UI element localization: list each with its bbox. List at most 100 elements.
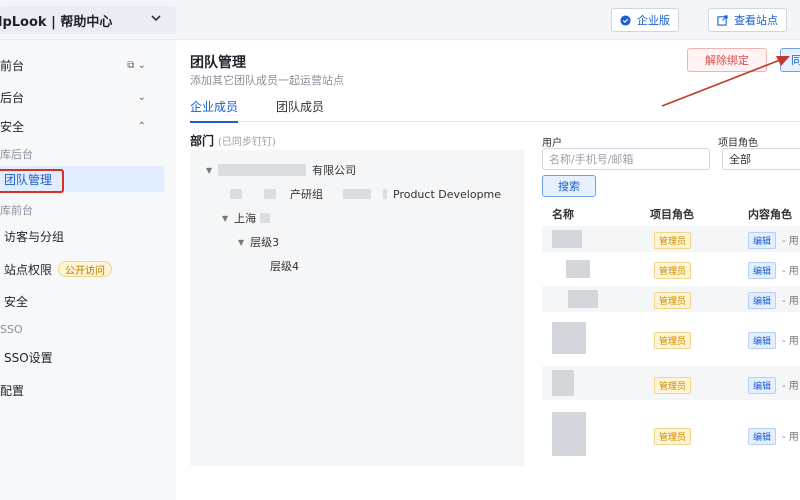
tree-node-label: 层级3 [250,236,280,249]
role-select[interactable]: 全部 [722,148,800,170]
external-link-icon [717,14,728,26]
content-role-badge[interactable]: 编辑 [748,292,777,309]
blurred-text [230,189,242,199]
sidebar-item-label: 后台 [0,90,25,105]
sidebar: 前台 ⧉ ⌄ 后台 ⌄ 安全 ⌃ 库后台 团队管理 库前台 访客与分组 站点权限… [0,40,176,500]
sidebar-item-security-2[interactable]: 安全 [0,288,164,314]
col-header-name: 名称 [552,208,574,221]
content-role-badge[interactable]: 编辑 [748,262,777,279]
sidebar-item-label: 安全 [0,119,25,134]
row-tail: - 用 [782,432,799,443]
external-link-icon[interactable]: ⧉ ⌄ [127,60,146,71]
table-row[interactable]: 管理员 编辑 - 用 [542,256,800,282]
page-subtitle: 添加其它团队成员一起运营站点 [190,74,344,87]
dept-tree-panel: ▼ 有限公司 产研组 Product Developme ▼ 上海 ▼ 层级3 … [190,150,524,466]
row-tail: - 用 [782,296,799,307]
member-tabs: 企业成员 团队成员 [190,98,800,123]
tree-node-label: Product Developme [393,187,502,201]
tree-node-label: 上海 [234,212,257,225]
sidebar-item-visitors[interactable]: 访客与分组 [0,223,164,249]
tree-node-shanghai[interactable]: ▼ 上海 [222,210,271,226]
row-tail: - 用 [782,381,799,392]
table-row[interactable]: 管理员 编辑 - 用 [542,286,800,312]
sidebar-group-sso: SSO [0,323,23,336]
blurred-name [552,322,586,354]
blurred-text [260,213,271,223]
view-site-label: 查看站点 [734,14,778,27]
caret-down-icon[interactable]: ▼ [206,166,212,175]
enterprise-label: 企业版 [637,14,670,27]
blurred-name [552,230,582,248]
sidebar-item-label: 访客与分组 [4,229,65,244]
blurred-text [264,189,276,199]
highlight-box [0,169,64,193]
public-access-badge: 公开访问 [58,261,113,277]
tab-team-members[interactable]: 团队成员 [276,98,324,121]
blurred-text [343,189,371,199]
tree-node-company[interactable]: ▼ 有限公司 [206,162,356,178]
blurred-name [552,412,586,456]
sidebar-item-label: 前台 [0,58,25,73]
col-header-project-role: 项目角色 [650,208,694,221]
sidebar-item-label: 站点权限 [4,262,53,277]
unbind-button[interactable]: 解除绑定 [687,48,767,72]
top-bar: lpLook | 帮助中心 企业版 查看站点 [0,0,800,40]
role-badge: 管理员 [654,292,692,309]
tree-node-label: 产研组 [290,188,323,201]
blurred-text [383,189,387,199]
sidebar-item-site-permissions[interactable]: 站点权限 公开访问 [0,256,164,282]
table-row[interactable]: 管理员 编辑 - 用 [542,318,800,358]
content-role-badge[interactable]: 编辑 [748,377,777,394]
sync-button[interactable]: 同 [780,48,800,72]
brand-title: lpLook | 帮助中心 [0,14,113,30]
table-row[interactable]: 管理员 编辑 - 用 [542,408,800,464]
view-site-button[interactable]: 查看站点 [708,8,787,32]
blurred-name [566,260,590,278]
caret-down-icon[interactable]: ▼ [238,238,244,247]
tree-node-label: 有限公司 [312,164,357,177]
row-tail: - 用 [782,336,799,347]
row-tail: - 用 [782,236,799,247]
caret-down-icon[interactable]: ▼ [222,214,228,223]
tree-node-label: 层级4 [270,260,299,273]
tree-node-level3[interactable]: ▼ 层级3 [238,234,279,250]
sidebar-item-backend[interactable]: 后台 ⌄ [0,84,164,110]
role-badge: 管理员 [654,262,692,279]
tab-enterprise-members[interactable]: 企业成员 [190,98,239,123]
content-role-badge[interactable]: 编辑 [748,332,777,349]
page-title: 团队管理 [190,55,246,71]
sidebar-item-security[interactable]: 安全 ⌃ [0,113,164,139]
dept-hint: (已同步钉钉) [218,137,276,148]
role-badge: 管理员 [654,332,692,349]
enterprise-button[interactable]: 企业版 [611,8,679,32]
role-badge: 管理员 [654,377,692,394]
user-search-input[interactable]: 名称/手机号/邮箱 [542,148,710,170]
sidebar-item-label: SSO设置 [4,350,53,365]
role-badge: 管理员 [654,428,692,445]
tree-node-product[interactable]: 产研组 Product Developme [230,186,501,202]
chevron-up-icon: ⌃ [137,120,146,132]
content-role-badge[interactable]: 编辑 [748,428,777,445]
sidebar-item-label: 安全 [4,294,29,309]
role-badge: 管理员 [654,232,692,249]
sidebar-item-frontend[interactable]: 前台 ⧉ ⌄ [0,52,164,78]
chevron-down-icon: ⌄ [137,91,146,103]
table-row[interactable]: 管理员 编辑 - 用 [542,226,800,252]
table-row[interactable]: 管理员 编辑 - 用 [542,366,800,400]
content-role-badge[interactable]: 编辑 [748,232,777,249]
blurred-name [568,290,598,308]
main-content: 团队管理 添加其它团队成员一起运营站点 解除绑定 同 企业成员 团队成员 部门(… [176,40,800,500]
sidebar-group-repo-backend: 库后台 [0,148,33,161]
brand-switcher[interactable]: lpLook | 帮助中心 [0,6,176,34]
blurred-name [552,370,574,396]
sidebar-item-label: 配置 [0,383,25,398]
tree-node-level4[interactable]: 层级4 [270,258,299,274]
row-tail: - 用 [782,266,799,277]
sidebar-group-repo-frontend: 库前台 [0,204,33,217]
col-header-content-role: 内容角色 [748,208,792,221]
sidebar-item-config[interactable]: 配置 [0,377,164,403]
dept-title-text: 部门 [190,134,215,148]
sidebar-item-sso-settings[interactable]: SSO设置 [0,344,164,370]
role-filter-label: 项目角色 [718,138,758,149]
search-button[interactable]: 搜索 [542,175,596,197]
